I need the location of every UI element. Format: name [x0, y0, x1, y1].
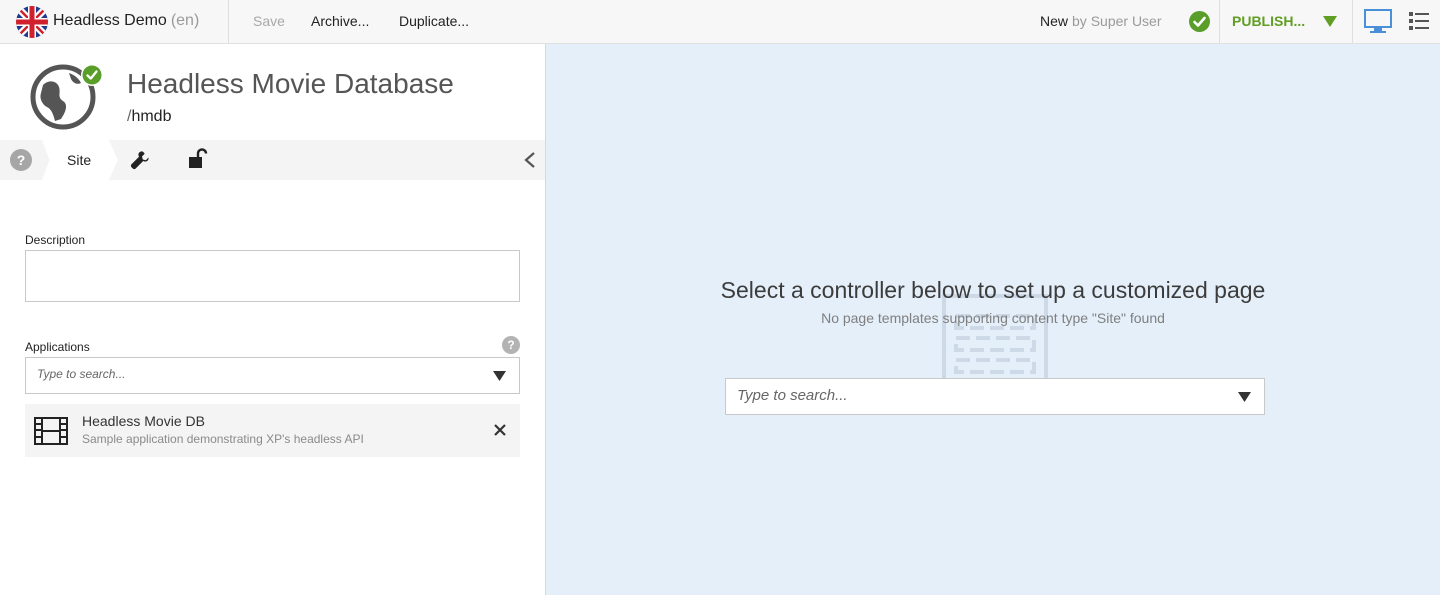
description-field[interactable]: [25, 250, 520, 302]
description-label: Description: [25, 233, 86, 247]
publish-button[interactable]: PUBLISH...: [1232, 13, 1305, 29]
globe-icon: [30, 64, 103, 130]
monitor-icon[interactable]: [1364, 9, 1392, 34]
application-description: Sample application demonstrating XP's he…: [82, 432, 364, 446]
applications-help-icon[interactable]: ?: [502, 336, 520, 354]
chevron-down-icon[interactable]: [493, 371, 506, 381]
content-status: New by Super User: [1040, 13, 1162, 29]
applications-search-field: [25, 357, 520, 394]
controller-search-input[interactable]: [737, 387, 1217, 404]
valid-check-icon: [1189, 11, 1210, 32]
tab-site-label: Site: [67, 152, 92, 168]
duplicate-button[interactable]: Duplicate...: [399, 13, 469, 29]
form-tab-bar: ? Site: [0, 140, 545, 180]
uk-flag-icon[interactable]: [16, 6, 48, 38]
status-label: New: [1040, 13, 1069, 29]
path-name: hmdb: [131, 108, 172, 125]
project-name-label: Headless Demo: [53, 12, 167, 29]
toolbar-divider: [1352, 0, 1353, 43]
help-icon[interactable]: ?: [10, 149, 32, 171]
collapse-panel-icon[interactable]: [522, 151, 538, 169]
list-view-icon[interactable]: [1409, 11, 1429, 31]
project-language: (en): [170, 12, 200, 29]
unlock-icon[interactable]: [188, 148, 208, 170]
applications-label: Applications: [25, 340, 90, 354]
film-icon: [34, 417, 68, 445]
controller-prompt-title: Select a controller below to set up a cu…: [720, 277, 1266, 303]
controller-prompt-subtitle: No page templates supporting content typ…: [821, 310, 1165, 326]
project-name[interactable]: Headless Demo (en): [53, 12, 199, 30]
application-name: Headless Movie DB: [82, 413, 205, 429]
archive-button[interactable]: Archive...: [311, 13, 369, 29]
publish-menu-arrow-icon[interactable]: [1323, 16, 1337, 27]
chevron-down-icon[interactable]: [1238, 392, 1251, 402]
site-path[interactable]: /hmdb: [127, 108, 171, 126]
page-template-icon: [942, 294, 1048, 384]
application-item: Headless Movie DB Sample application dem…: [25, 404, 520, 457]
applications-search-input[interactable]: [37, 367, 477, 381]
wrench-icon[interactable]: [130, 150, 150, 170]
toolbar-divider: [228, 0, 229, 43]
page-title: Headless Movie Database: [127, 68, 454, 99]
top-toolbar: Headless Demo (en) Save Archive... Duplic…: [0, 0, 1440, 44]
content-form-panel: Headless Movie Database /hmdb ? Site Des…: [0, 44, 545, 595]
status-author: by Super User: [1072, 13, 1162, 29]
toolbar-divider: [1219, 0, 1220, 43]
tab-site[interactable]: Site: [42, 140, 118, 180]
controller-search-field: [725, 378, 1265, 415]
remove-icon[interactable]: [493, 423, 507, 437]
save-button[interactable]: Save: [253, 13, 285, 29]
page-editor-panel: Select a controller below to set up a cu…: [546, 44, 1440, 595]
